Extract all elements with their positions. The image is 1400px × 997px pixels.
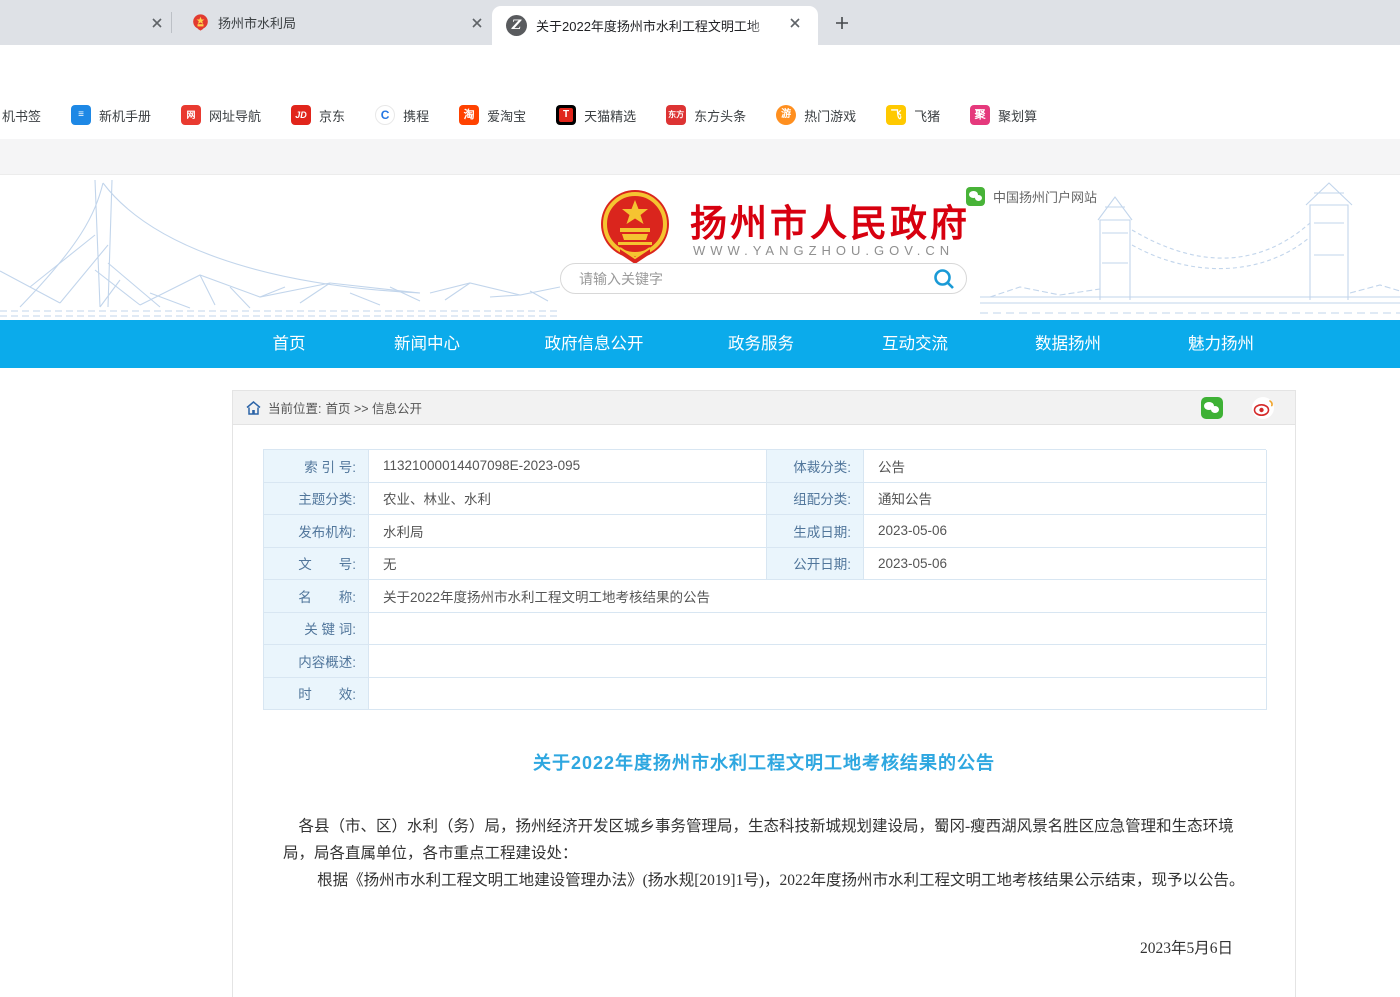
wechat-icon [966, 187, 985, 206]
site-url-text: WWW.YANGZHOU.GOV.CN [693, 243, 954, 258]
bookmark-eastday[interactable]: 东方 东方头条 [666, 105, 746, 125]
meta-label: 生成日期: [767, 515, 864, 548]
bookmark-ctrip[interactable]: C 携程 [375, 105, 429, 125]
portal-link[interactable]: 中国扬州门户网站 [966, 187, 1097, 206]
bookmark-icon: 游 [776, 105, 796, 125]
bookmark-icon: 东方 [666, 105, 686, 125]
bookmark-manual[interactable]: ≡ 新机手册 [71, 105, 151, 125]
meta-value: 11321000014407098E-2023-095 [369, 450, 767, 483]
breadcrumb-path[interactable]: 首页 >> 信息公开 [325, 398, 422, 417]
site-title: 扬州市人民政府 [690, 193, 970, 247]
nav-charm[interactable]: 魅力扬州 [1188, 320, 1254, 368]
bookmark-games[interactable]: 游 热门游戏 [776, 105, 856, 125]
bookmark-icon: JD [291, 105, 311, 125]
search-input[interactable] [561, 271, 922, 287]
meta-label: 组配分类: [767, 483, 864, 516]
close-icon[interactable] [148, 14, 166, 32]
breadcrumb-label: 当前位置: [268, 398, 321, 417]
meta-value: 2023-05-06 [864, 548, 1267, 581]
nav-interaction[interactable]: 互动交流 [882, 320, 948, 368]
meta-label: 主题分类: [264, 483, 369, 516]
site-banner: 扬州市人民政府 WWW.YANGZHOU.GOV.CN 中国扬州门户网站 [0, 175, 1400, 320]
bookmark-juhuasuan[interactable]: 聚 聚划算 [970, 105, 1037, 125]
tab-divider [171, 12, 172, 33]
article-date: 2023年5月6日 [233, 936, 1295, 958]
browser-window: 扬州市水利局 Z 关于2022年度扬州市水利工程文明工地 不安全 [0, 0, 1400, 997]
gov-emblem-favicon-icon [192, 14, 209, 31]
meta-value: 2023-05-06 [864, 515, 1267, 548]
tab-announcement-active[interactable]: Z 关于2022年度扬州市水利工程文明工地 [492, 6, 818, 45]
meta-value: 水利局 [369, 515, 767, 548]
meta-value [369, 645, 1267, 678]
bookmark-icon: 飞 [886, 105, 906, 125]
national-emblem-icon [598, 188, 672, 270]
nav-home[interactable]: 首页 [273, 320, 306, 368]
meta-value: 关于2022年度扬州市水利工程文明工地考核结果的公告 [369, 580, 1267, 613]
wechat-share-icon[interactable] [1201, 397, 1223, 419]
weibo-share-icon[interactable] [1252, 397, 1274, 419]
home-icon [246, 401, 261, 415]
meta-value: 无 [369, 548, 767, 581]
content-panel: 当前位置: 首页 >> 信息公开 索 引 号: 1132100001440709… [232, 390, 1296, 997]
meta-value: 通知公告 [864, 483, 1267, 516]
meta-value [369, 678, 1267, 711]
article-paragraph: 各县（市、区）水利（务）局，扬州经济开发区城乡事务管理局，生态科技新城规划建设局… [283, 813, 1245, 867]
bookmark-partial[interactable]: 机书签 [2, 106, 41, 125]
meta-value: 公告 [864, 450, 1267, 483]
search-icon[interactable] [922, 264, 966, 294]
meta-label: 名 称: [264, 580, 369, 613]
bookmark-icon: 网 [181, 105, 201, 125]
bookmark-fliggy[interactable]: 飞 飞猪 [886, 105, 940, 125]
bookmark-nav-site[interactable]: 网 网址导航 [181, 105, 261, 125]
nav-data[interactable]: 数据扬州 [1035, 320, 1101, 368]
nav-news[interactable]: 新闻中心 [394, 320, 460, 368]
meta-label: 时 效: [264, 678, 369, 711]
meta-label: 文 号: [264, 548, 369, 581]
new-tab-button[interactable] [830, 11, 854, 35]
article-title: 关于2022年度扬州市水利工程文明工地考核结果的公告 [233, 749, 1295, 775]
address-bar: 不安全 yangzhou.gov.cn/yzszxxgk/slj/202305/… [0, 45, 1400, 93]
site-search [560, 263, 967, 294]
article-paragraph: 根据《扬州市水利工程文明工地建设管理办法》(扬水规[2019]1号)，2022年… [283, 867, 1245, 894]
bookmark-icon: T [556, 105, 576, 125]
meta-label: 关 键 词: [264, 613, 369, 646]
meta-value: 农业、林业、水利 [369, 483, 767, 516]
bookmark-taobao[interactable]: 淘 爱淘宝 [459, 105, 526, 125]
document-meta-table: 索 引 号: 11321000014407098E-2023-095 体裁分类:… [263, 449, 1266, 710]
tab-bar: 扬州市水利局 Z 关于2022年度扬州市水利工程文明工地 [0, 0, 1400, 45]
tab-title: 扬州市水利局 [218, 13, 438, 32]
bookmark-icon: C [375, 105, 395, 125]
meta-label: 发布机构: [264, 515, 369, 548]
nav-info-disclosure[interactable]: 政府信息公开 [545, 320, 644, 368]
gov-utility-bar: 中央人民政府 江苏省人民政府 [0, 139, 1400, 175]
meta-label: 公开日期: [767, 548, 864, 581]
bridge-lineart-left [0, 175, 560, 320]
meta-label: 索 引 号: [264, 450, 369, 483]
meta-label: 内容概述: [264, 645, 369, 678]
close-icon[interactable] [468, 14, 486, 32]
meta-label: 体裁分类: [767, 450, 864, 483]
breadcrumb: 当前位置: 首页 >> 信息公开 [233, 391, 1295, 425]
bookmark-tmall[interactable]: T 天猫精选 [556, 105, 636, 125]
tab-title: 关于2022年度扬州市水利工程文明工地 [536, 16, 776, 35]
bookmark-jd[interactable]: JD 京东 [291, 105, 345, 125]
main-nav: 首页 新闻中心 政府信息公开 政务服务 互动交流 数据扬州 魅力扬州 [0, 320, 1400, 368]
bookmark-icon: ≡ [71, 105, 91, 125]
site-logo-favicon-icon: Z [506, 15, 527, 36]
tab-yangzhou-water-bureau[interactable]: 扬州市水利局 [176, 0, 490, 45]
bookmarks-bar: 机书签 ≡ 新机手册 网 网址导航 JD 京东 C 携程 淘 爱淘宝 T 天猫精… [0, 93, 1400, 137]
bookmark-icon: 聚 [970, 105, 990, 125]
close-icon[interactable] [786, 14, 804, 32]
article: 关于2022年度扬州市水利工程文明工地考核结果的公告 各县（市、区）水利（务）局… [233, 709, 1295, 997]
bookmark-icon: 淘 [459, 105, 479, 125]
nav-services[interactable]: 政务服务 [728, 320, 794, 368]
meta-value [369, 613, 1267, 646]
